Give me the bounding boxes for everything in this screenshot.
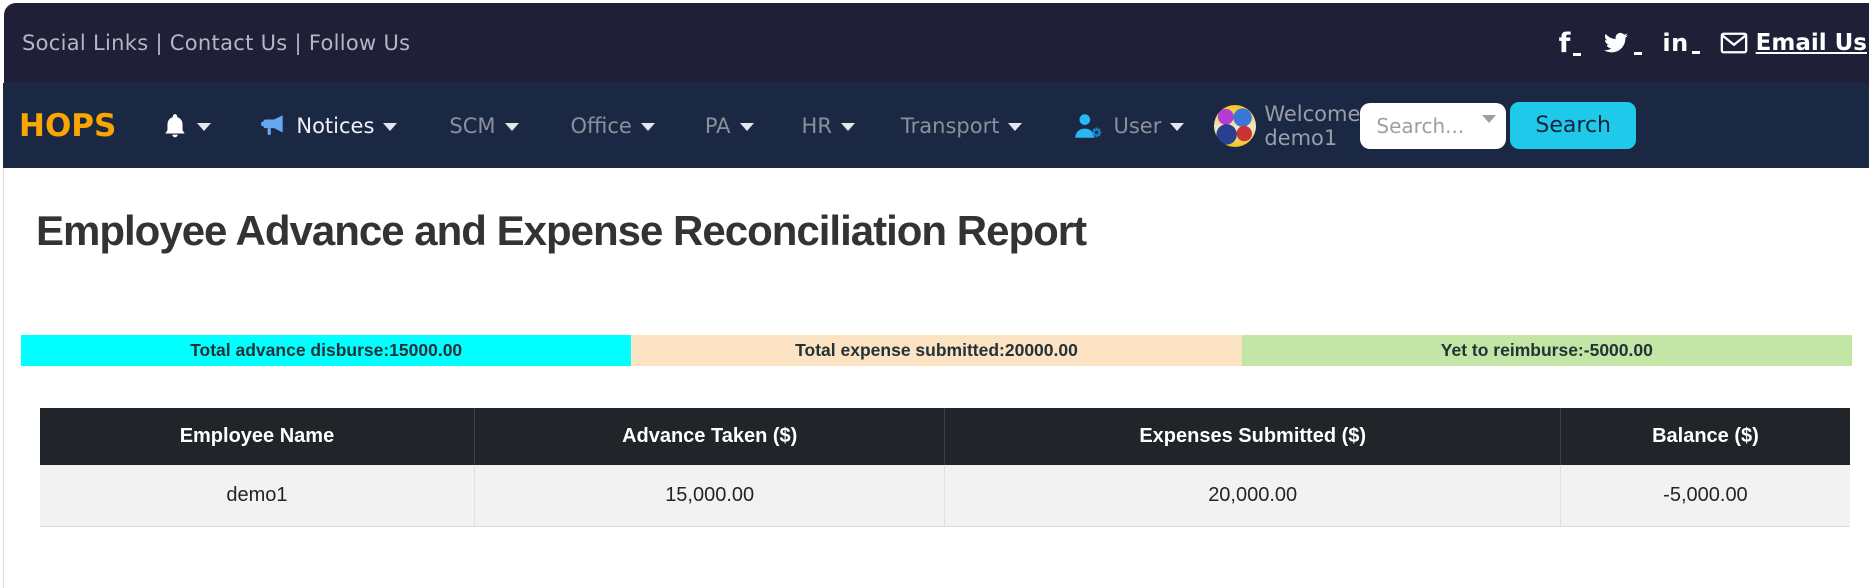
email-us-link[interactable]: Email Us: [1720, 30, 1867, 56]
search-input[interactable]: [1360, 103, 1506, 149]
table-header-row: Employee Name Advance Taken ($) Expenses…: [40, 408, 1850, 465]
chevron-down-icon: [740, 123, 754, 131]
nav-item-hr[interactable]: HR: [802, 114, 855, 138]
nav-item-office[interactable]: Office: [571, 114, 655, 138]
col-header-balance: Balance ($): [1560, 408, 1850, 465]
nav-item-transport[interactable]: Transport: [901, 114, 1023, 138]
cell-expenses-submitted: 20,000.00: [945, 465, 1560, 526]
nav-label: Transport: [901, 114, 1000, 138]
summary-expense-submitted: Total expense submitted:20000.00: [631, 335, 1241, 366]
navbar: HOPS Notices SCM Office PA: [3, 83, 1869, 168]
welcome-label: Welcome demo1: [1264, 102, 1360, 150]
facebook-icon[interactable]: f: [1559, 30, 1582, 57]
cell-employee-name: demo1: [40, 465, 474, 526]
summary-bars: Total advance disburse:15000.00 Total ex…: [21, 335, 1852, 366]
chevron-down-icon: [383, 123, 397, 131]
chevron-down-icon: [505, 123, 519, 131]
topbar-links[interactable]: Social Links | Contact Us | Follow Us: [22, 31, 410, 55]
nav-label: PA: [705, 114, 731, 138]
brand-logo[interactable]: HOPS: [19, 108, 116, 144]
summary-advance-disbursed: Total advance disburse:15000.00: [21, 335, 631, 366]
topbar: Social Links | Contact Us | Follow Us f …: [4, 3, 1869, 83]
page-title: Employee Advance and Expense Reconciliat…: [36, 207, 1869, 255]
chevron-down-icon: [641, 123, 655, 131]
report-table: Employee Name Advance Taken ($) Expenses…: [40, 408, 1850, 527]
chevron-down-icon: [1170, 123, 1184, 131]
nav-label: User: [1113, 114, 1161, 138]
nav-label: HR: [802, 114, 832, 138]
search-button[interactable]: Search: [1510, 102, 1636, 149]
email-icon: [1720, 32, 1748, 54]
nav-item-pa[interactable]: PA: [705, 114, 754, 138]
cell-advance-taken: 15,000.00: [474, 465, 945, 526]
page-edge-line: [3, 168, 4, 588]
report-table-wrap: Employee Name Advance Taken ($) Expenses…: [40, 408, 1850, 527]
cell-balance: -5,000.00: [1560, 465, 1850, 526]
chevron-down-icon: [1008, 123, 1022, 131]
user-welcome[interactable]: Welcome demo1: [1214, 102, 1360, 150]
search-area: Search: [1360, 102, 1636, 149]
col-header-expenses-submitted: Expenses Submitted ($): [945, 408, 1560, 465]
summary-yet-to-reimburse: Yet to reimburse:-5000.00: [1242, 335, 1852, 366]
chevron-down-icon: [197, 123, 211, 131]
email-us-label: Email Us: [1756, 30, 1867, 56]
col-header-advance-taken: Advance Taken ($): [474, 408, 945, 465]
twitter-icon[interactable]: [1601, 30, 1642, 56]
bell-icon: [162, 112, 188, 140]
user-gear-icon: [1072, 112, 1104, 140]
nav-item-user[interactable]: User: [1072, 112, 1184, 140]
col-header-employee-name: Employee Name: [40, 408, 474, 465]
nav-label: SCM: [449, 114, 495, 138]
megaphone-icon: [259, 113, 287, 139]
notifications-menu[interactable]: [162, 112, 211, 140]
linkedin-icon[interactable]: in: [1662, 31, 1699, 55]
nav-label: Notices: [296, 114, 374, 138]
chevron-down-icon: [841, 123, 855, 131]
nav-label: Office: [571, 114, 632, 138]
main-content: Employee Advance and Expense Reconciliat…: [0, 168, 1869, 588]
nav-item-notices[interactable]: Notices: [259, 113, 397, 139]
avatar[interactable]: [1214, 105, 1256, 147]
nav-item-scm[interactable]: SCM: [449, 114, 518, 138]
table-row: demo1 15,000.00 20,000.00 -5,000.00: [40, 465, 1850, 526]
topbar-social: f in Email Us: [1559, 30, 1867, 57]
